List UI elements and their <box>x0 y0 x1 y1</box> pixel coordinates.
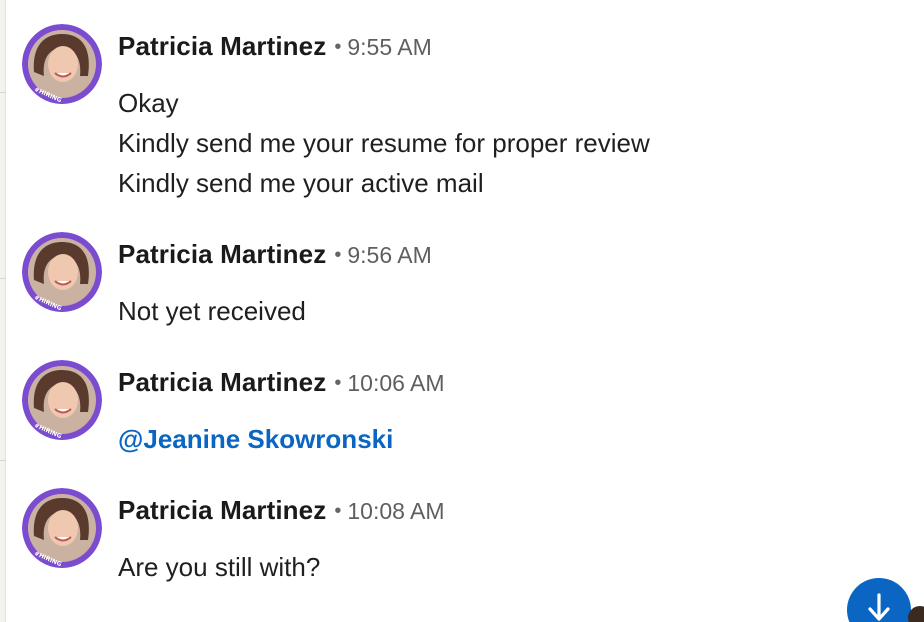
timestamp: 10:06 AM <box>347 370 445 396</box>
timestamp: 9:56 AM <box>347 242 432 268</box>
avatar[interactable]: #HIRING <box>22 360 102 440</box>
message-body: @Jeanine Skowronski <box>118 419 393 459</box>
sender-name[interactable]: Patricia Martinez <box>118 239 326 269</box>
separator-dot: • <box>334 36 342 58</box>
sender-name[interactable]: Patricia Martinez <box>118 367 326 397</box>
separator-dot: • <box>334 372 342 394</box>
message-body: Not yet received <box>118 291 306 331</box>
message-header: Patricia Martinez • 10:06 AM <box>118 367 445 402</box>
mention-link[interactable]: @Jeanine Skowronski <box>118 419 393 459</box>
message-body: Okay Kindly send me your resume for prop… <box>118 83 650 203</box>
sender-name[interactable]: Patricia Martinez <box>118 31 326 61</box>
avatar-hiring-icon: #HIRING <box>22 24 102 104</box>
avatar[interactable]: #HIRING <box>22 232 102 312</box>
message-text: Kindly send me your resume for proper re… <box>118 128 650 158</box>
avatar[interactable]: #HIRING <box>22 488 102 568</box>
timestamp: 9:55 AM <box>347 34 432 60</box>
avatar-hiring-icon: #HIRING <box>22 488 102 568</box>
message-text: Okay <box>118 88 179 118</box>
avatar-hiring-icon: #HIRING <box>22 232 102 312</box>
timestamp: 10:08 AM <box>347 498 445 524</box>
message-thread[interactable]: #HIRING Patricia Martinez • 9:55 AM Okay K… <box>0 0 924 622</box>
arrow-down-icon <box>868 593 890 621</box>
message-header: Patricia Martinez • 10:08 AM <box>118 495 445 530</box>
message-header: Patricia Martinez • 9:56 AM <box>118 239 432 274</box>
separator-dot: • <box>334 500 342 522</box>
message-body: Are you still with? <box>118 547 320 587</box>
avatar-hiring-icon: #HIRING <box>22 360 102 440</box>
message-text: Are you still with? <box>118 552 321 582</box>
sender-name[interactable]: Patricia Martinez <box>118 495 326 525</box>
message-text: Kindly send me your active mail <box>118 168 484 198</box>
message-header: Patricia Martinez • 9:55 AM <box>118 31 432 66</box>
avatar[interactable]: #HIRING <box>22 24 102 104</box>
separator-dot: • <box>334 244 342 266</box>
message-text: Not yet received <box>118 296 306 326</box>
